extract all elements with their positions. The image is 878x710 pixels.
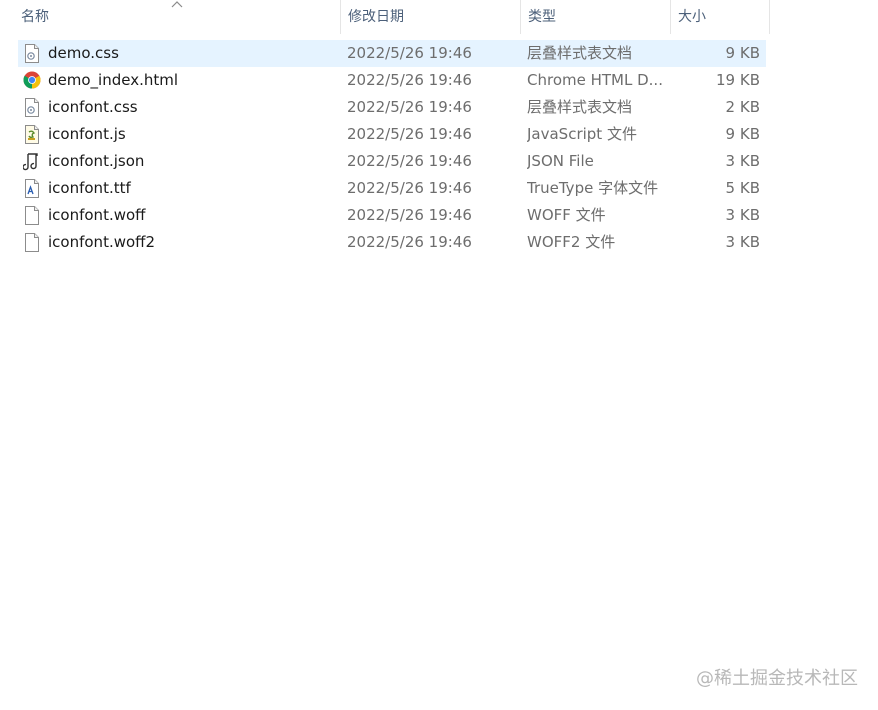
file-row[interactable]: demo.css 2022/5/26 19:46 层叠样式表文档 9 KB <box>18 40 766 67</box>
file-name: iconfont.woff <box>48 206 146 224</box>
file-modified-date: 2022/5/26 19:46 <box>347 152 472 170</box>
column-name-label: 名称 <box>21 9 49 25</box>
column-size-header[interactable]: 大小 <box>670 0 770 34</box>
column-size-label: 大小 <box>678 9 706 25</box>
file-type: 层叠样式表文档 <box>527 98 633 116</box>
file-size: 9 KB <box>725 125 760 143</box>
file-type: TrueType 字体文件 <box>527 179 659 197</box>
file-type: WOFF 文件 <box>527 206 606 224</box>
file-modified-date: 2022/5/26 19:46 <box>347 233 472 251</box>
file-size: 5 KB <box>725 179 760 197</box>
css-file-icon <box>23 44 41 63</box>
file-modified-date: 2022/5/26 19:46 <box>347 125 472 143</box>
json-file-icon <box>22 152 41 171</box>
file-row[interactable]: iconfont.woff2 2022/5/26 19:46 WOFF2 文件 3 K… <box>18 229 766 256</box>
font-file-icon <box>23 179 41 198</box>
file-name: demo.css <box>48 44 119 62</box>
file-row[interactable]: iconfont.ttf 2022/5/26 19:46 TrueType 字体文件… <box>18 175 766 202</box>
file-size: 19 KB <box>716 71 760 89</box>
css-file-icon <box>23 98 41 117</box>
file-name: demo_index.html <box>48 71 179 89</box>
column-type-label: 类型 <box>528 9 556 25</box>
sort-ascending-icon <box>171 1 183 8</box>
column-type-header[interactable]: 类型 <box>520 0 670 34</box>
file-list: demo.css 2022/5/26 19:46 层叠样式表文档 9 KB demo_i… <box>18 40 766 256</box>
column-header: 名称 修改日期 类型 大小 <box>0 0 770 34</box>
watermark: @稀土掘金技术社区 <box>696 668 858 689</box>
file-row[interactable]: iconfont.css 2022/5/26 19:46 层叠样式表文档 2 KB <box>18 94 766 121</box>
file-row[interactable]: iconfont.json 2022/5/26 19:46 JSON File 3 K… <box>18 148 766 175</box>
file-name: iconfont.ttf <box>48 179 131 197</box>
file-type: JSON File <box>527 152 594 170</box>
file-row[interactable]: iconfont.js 2022/5/26 19:46 JavaScript 文件 9… <box>18 121 766 148</box>
file-explorer: 名称 修改日期 类型 大小 demo.css 2022/5/26 19:46 层叠样… <box>0 0 878 710</box>
file-row[interactable]: demo_index.html 2022/5/26 19:46 Chrome HTM… <box>18 67 766 94</box>
file-modified-date: 2022/5/26 19:46 <box>347 44 472 62</box>
column-modified-header[interactable]: 修改日期 <box>340 0 520 34</box>
file-modified-date: 2022/5/26 19:46 <box>347 98 472 116</box>
file-size: 9 KB <box>725 44 760 62</box>
file-modified-date: 2022/5/26 19:46 <box>347 179 472 197</box>
file-name: iconfont.json <box>48 152 145 170</box>
file-size: 2 KB <box>725 98 760 116</box>
file-row[interactable]: iconfont.woff 2022/5/26 19:46 WOFF 文件 3 KB <box>18 202 766 229</box>
file-size: 3 KB <box>725 152 760 170</box>
file-name: iconfont.css <box>48 98 138 116</box>
file-modified-date: 2022/5/26 19:46 <box>347 71 472 89</box>
file-type: WOFF2 文件 <box>527 233 616 251</box>
column-modified-label: 修改日期 <box>348 9 404 25</box>
file-modified-date: 2022/5/26 19:46 <box>347 206 472 224</box>
blank-file-icon <box>23 206 41 225</box>
blank-file-icon <box>23 233 41 252</box>
js-file-icon <box>23 125 41 144</box>
file-type: Chrome HTML D... <box>527 71 662 89</box>
file-type: JavaScript 文件 <box>527 125 637 143</box>
file-name: iconfont.woff2 <box>48 233 156 251</box>
chrome-icon <box>23 71 41 90</box>
file-name: iconfont.js <box>48 125 126 143</box>
file-size: 3 KB <box>725 233 760 251</box>
file-type: 层叠样式表文档 <box>527 44 633 62</box>
file-size: 3 KB <box>725 206 760 224</box>
